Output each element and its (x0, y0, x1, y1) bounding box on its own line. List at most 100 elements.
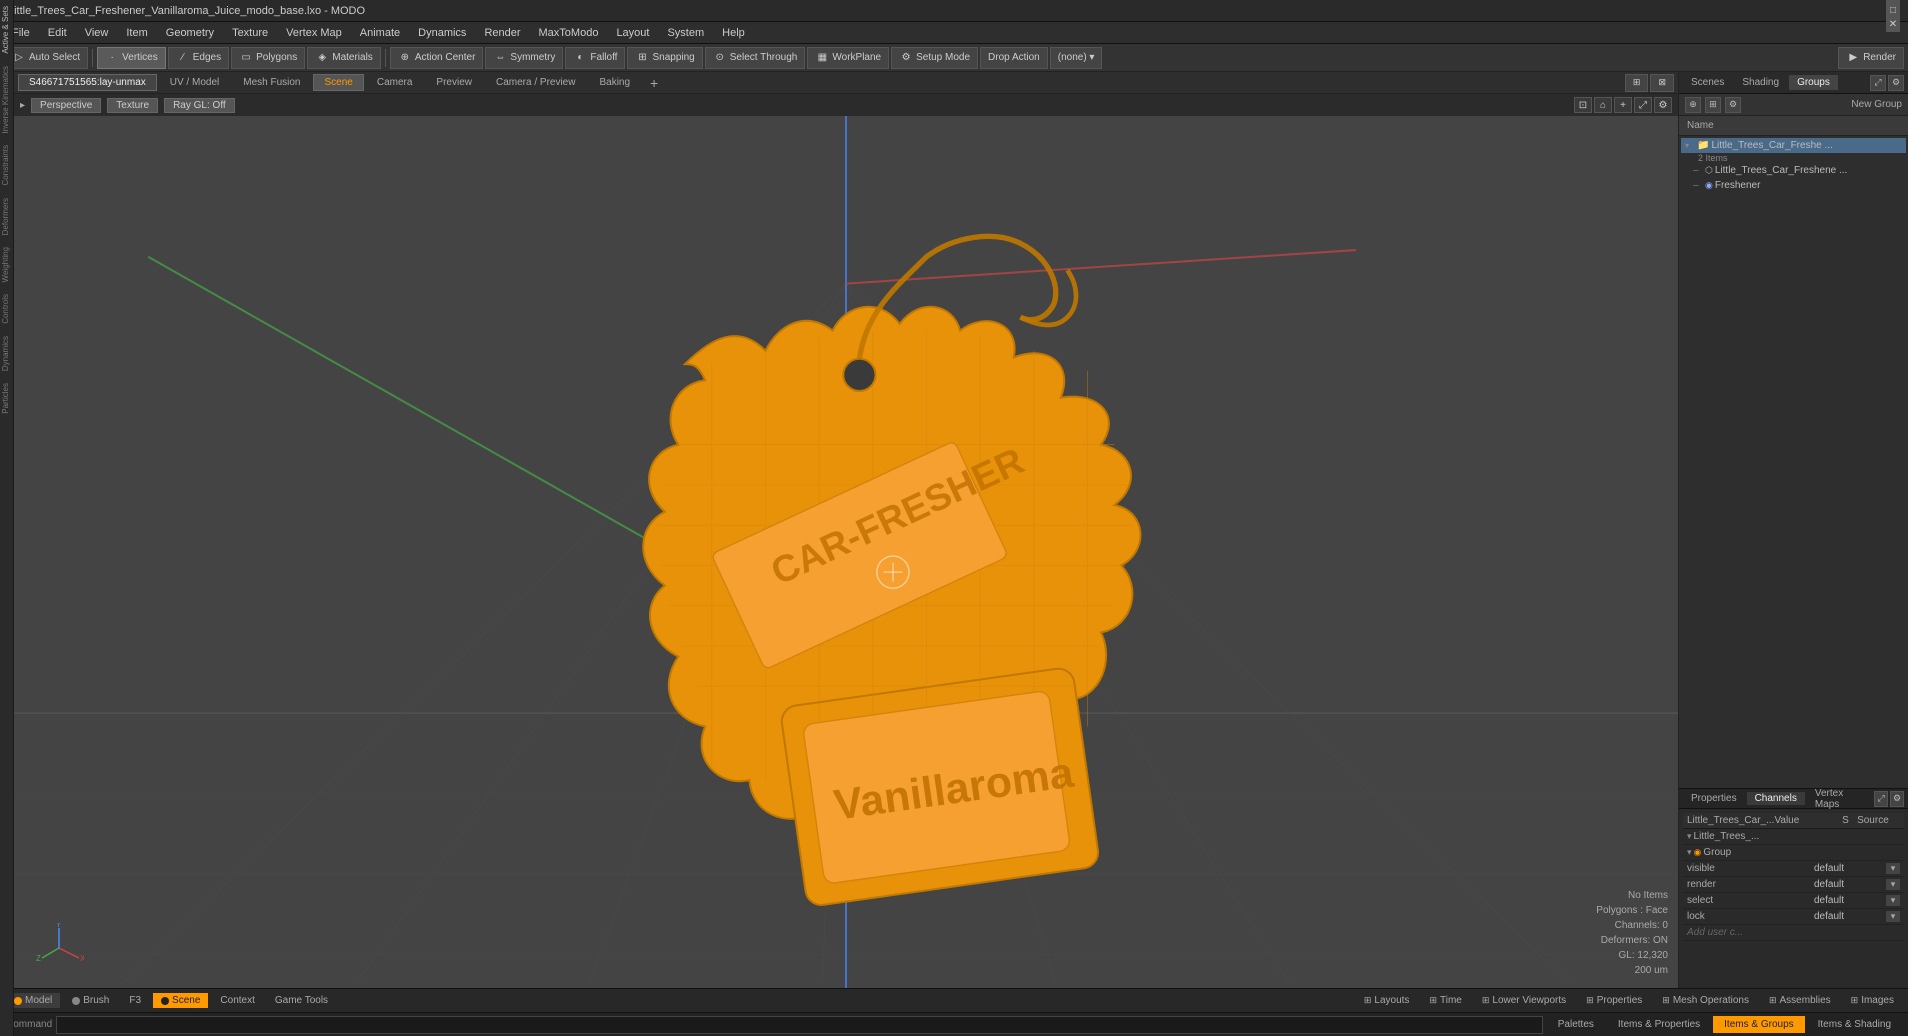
menu-dynamics[interactable]: Dynamics (410, 25, 474, 41)
channel-render-dropdown[interactable]: ▾ (1886, 879, 1900, 890)
bottom-tab-lower-viewports[interactable]: ⊞ Lower Viewports (1474, 993, 1574, 1008)
menu-help[interactable]: Help (714, 25, 753, 41)
bottom-tab-properties[interactable]: ⊞ Properties (1578, 993, 1650, 1008)
channel-add-user-row[interactable]: Add user c... (1683, 925, 1904, 941)
auto-select-button[interactable]: ▷ Auto Select (4, 47, 88, 69)
texture-button[interactable]: Texture (107, 98, 158, 113)
menu-edit[interactable]: Edit (40, 25, 75, 41)
tab-lay-unmax[interactable]: S46671751565:lay-unmax (18, 74, 157, 91)
sidebar-item-deformers[interactable]: Deformers (0, 192, 13, 241)
rp-tab-shading[interactable]: Shading (1734, 75, 1787, 90)
render-button[interactable]: ▶ Render (1838, 47, 1904, 69)
sidebar-item-active-sets[interactable]: Active & Sets (0, 0, 13, 60)
menu-geometry[interactable]: Geometry (158, 25, 222, 41)
bottom-tab-time[interactable]: ⊞ Time (1421, 993, 1469, 1008)
groups-icon-2[interactable]: ⊞ (1705, 97, 1721, 113)
bp-tab-items-groups[interactable]: Items & Groups (1713, 1016, 1804, 1033)
menu-vertex-map[interactable]: Vertex Map (278, 25, 350, 41)
tab-scene[interactable]: Scene (313, 74, 363, 91)
maximize-button[interactable]: □ (1886, 4, 1900, 18)
tab-preview[interactable]: Preview (425, 74, 483, 91)
sp-tab-channels[interactable]: Channels (1747, 792, 1805, 805)
workplane-button[interactable]: ▦ WorkPlane (807, 47, 889, 69)
tab-add[interactable]: + (643, 74, 665, 92)
materials-button[interactable]: ◈ Materials (307, 47, 381, 69)
channel-select-row[interactable]: select default ▾ (1683, 893, 1904, 909)
channel-visible-dropdown[interactable]: ▾ (1886, 863, 1900, 874)
vp-zoom-in-button[interactable]: + (1614, 97, 1632, 113)
channels-group-row[interactable]: ▾ ◉ Group (1683, 845, 1904, 861)
tab-uv-model[interactable]: UV / Model (159, 74, 230, 91)
sidebar-item-ik[interactable]: Inverse Kinematics (0, 60, 13, 140)
polygons-button[interactable]: ▭ Polygons (231, 47, 305, 69)
vp-fit-button[interactable]: ⊡ (1574, 97, 1592, 113)
groups-icon-3[interactable]: ⚙ (1725, 97, 1741, 113)
menu-texture[interactable]: Texture (224, 25, 276, 41)
sidebar-item-constraints[interactable]: Constraints (0, 139, 13, 191)
vp-layout-btn[interactable]: ⊞ (1625, 74, 1649, 92)
groups-icon-1[interactable]: ⊕ (1685, 97, 1701, 113)
menu-layout[interactable]: Layout (608, 25, 657, 41)
bottom-tab-context[interactable]: Context (212, 993, 262, 1008)
tab-camera[interactable]: Camera (366, 74, 424, 91)
drop-action-button[interactable]: Drop Action (980, 47, 1048, 69)
action-center-button[interactable]: ⊕ Action Center (390, 47, 484, 69)
sidebar-item-particles[interactable]: Particles (0, 377, 13, 420)
sp-expand-btn[interactable]: ⤢ (1874, 791, 1888, 807)
sp-settings-btn[interactable]: ⚙ (1890, 791, 1904, 807)
bp-tab-items-shading[interactable]: Items & Shading (1807, 1016, 1902, 1033)
symmetry-button[interactable]: ⇔ Symmetry (485, 47, 563, 69)
ray-gl-button[interactable]: Ray GL: Off (164, 98, 235, 113)
rp-tab-groups[interactable]: Groups (1789, 75, 1838, 90)
tree-child-2[interactable]: ─ ◉ Freshener (1681, 178, 1906, 193)
snapping-button[interactable]: ⊞ Snapping (627, 47, 702, 69)
perspective-button[interactable]: Perspective (31, 98, 101, 113)
menu-render[interactable]: Render (476, 25, 528, 41)
bottom-tab-f3[interactable]: F3 (121, 993, 149, 1008)
rp-tab-scenes[interactable]: Scenes (1683, 75, 1732, 90)
tree-root-item[interactable]: ▾ 📁 Little_Trees_Car_Freshe ... (1681, 138, 1906, 153)
sp-tab-vertex-maps[interactable]: Vertex Maps (1807, 787, 1870, 811)
select-through-button[interactable]: ⊙ Select Through (705, 47, 806, 69)
channel-lock-row[interactable]: lock default ▾ (1683, 909, 1904, 925)
bottom-tab-assemblies[interactable]: ⊞ Assemblies (1761, 993, 1839, 1008)
falloff-button[interactable]: ◐ Falloff (565, 47, 625, 69)
sp-tab-properties[interactable]: Properties (1683, 792, 1745, 805)
sidebar-item-controls[interactable]: Controls (0, 288, 13, 330)
command-input[interactable] (56, 1016, 1543, 1034)
bottom-tab-images[interactable]: ⊞ Images (1843, 993, 1902, 1008)
close-button[interactable]: ✕ (1886, 18, 1900, 32)
tab-camera-preview[interactable]: Camera / Preview (485, 74, 586, 91)
vp-home-button[interactable]: ⌂ (1594, 97, 1612, 113)
menu-maxtomodo[interactable]: MaxToModo (531, 25, 607, 41)
bp-tab-items-properties[interactable]: Items & Properties (1607, 1016, 1711, 1033)
menu-view[interactable]: View (77, 25, 117, 41)
rp-expand-btn[interactable]: ⤢ (1870, 75, 1886, 91)
bottom-tab-scene[interactable]: Scene (153, 993, 208, 1008)
menu-system[interactable]: System (659, 25, 712, 41)
sidebar-item-weighting[interactable]: Weighting (0, 241, 13, 288)
bottom-tab-mesh-ops[interactable]: ⊞ Mesh Operations (1654, 993, 1757, 1008)
vp-settings-button[interactable]: ⚙ (1654, 97, 1672, 113)
vp-maximize-button[interactable]: ⤢ (1634, 97, 1652, 113)
bottom-tab-layouts[interactable]: ⊞ Layouts (1356, 993, 1418, 1008)
sidebar-item-dynamics[interactable]: Dynamics (0, 330, 13, 377)
channel-select-dropdown[interactable]: ▾ (1886, 895, 1900, 906)
bottom-tab-brush[interactable]: Brush (64, 993, 117, 1008)
setup-mode-button[interactable]: ⚙ Setup Mode (891, 47, 978, 69)
menu-item[interactable]: Item (118, 25, 155, 41)
channel-visible-row[interactable]: visible default ▾ (1683, 861, 1904, 877)
bottom-tab-model[interactable]: Model (6, 993, 60, 1008)
vertices-button[interactable]: · Vertices (97, 47, 166, 69)
rp-settings-btn[interactable]: ⚙ (1888, 75, 1904, 91)
bottom-tab-game-tools[interactable]: Game Tools (267, 993, 336, 1008)
vp-expand-btn[interactable]: ⊠ (1650, 74, 1674, 92)
channels-tree-root[interactable]: ▾ Little_Trees_... (1683, 829, 1904, 845)
channel-lock-dropdown[interactable]: ▾ (1886, 911, 1900, 922)
tab-mesh-fusion[interactable]: Mesh Fusion (232, 74, 311, 91)
3d-viewport[interactable]: ▸ Perspective Texture Ray GL: Off ⊡ ⌂ + … (14, 94, 1678, 988)
tree-child-1[interactable]: ─ ⬡ Little_Trees_Car_Freshene ... (1681, 163, 1906, 178)
tab-baking[interactable]: Baking (588, 74, 641, 91)
channel-render-row[interactable]: render default ▾ (1683, 877, 1904, 893)
menu-animate[interactable]: Animate (352, 25, 408, 41)
